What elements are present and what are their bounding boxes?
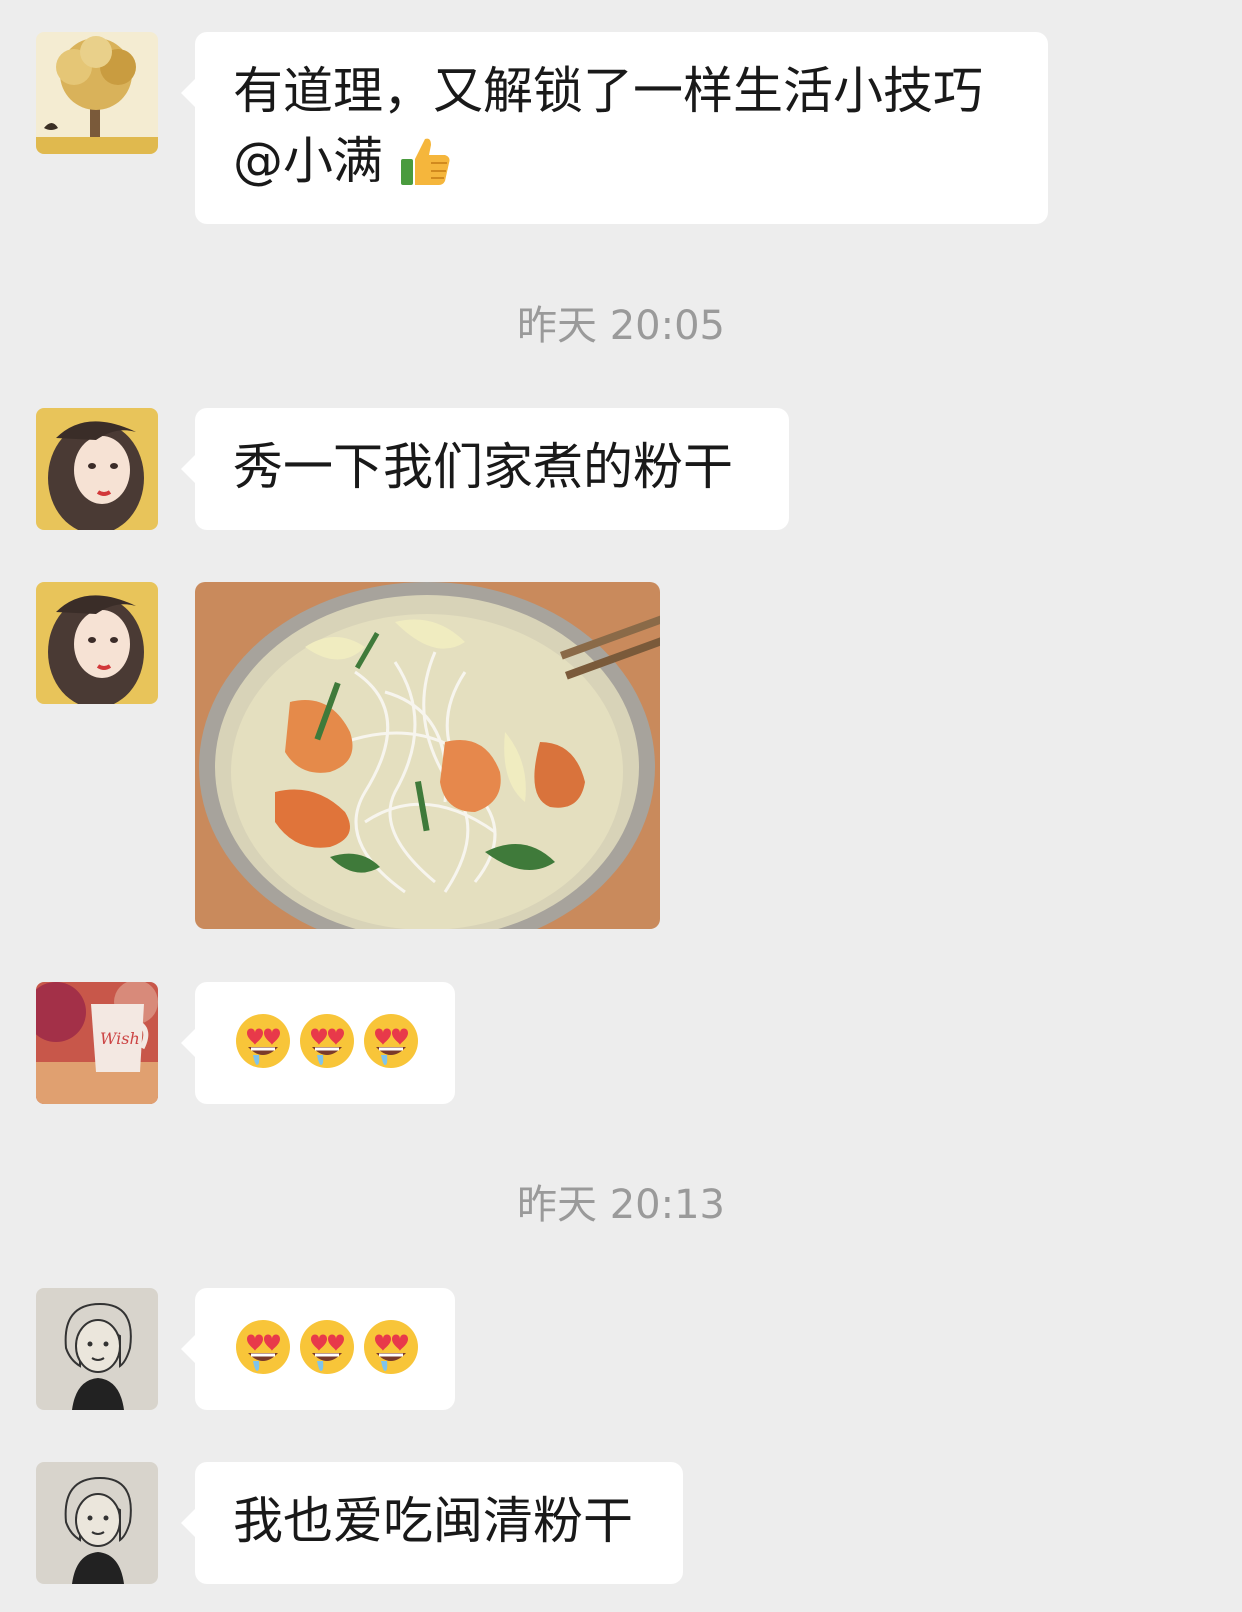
thumbs-up-icon xyxy=(397,133,453,189)
message-bubble[interactable]: 有道理，又解锁了一样生活小技巧 @小满 xyxy=(181,32,1048,224)
avatar-sketch-girl[interactable] xyxy=(36,1288,158,1410)
heart-eyes-drool-icon xyxy=(233,1317,293,1377)
message-bubble[interactable]: 秀一下我们家煮的粉干 xyxy=(181,408,789,530)
message-text: 有道理，又解锁了一样生活小技巧 xyxy=(233,62,983,120)
avatar-cup-photo[interactable]: Wish xyxy=(36,982,158,1104)
avatar-girl-illustration[interactable] xyxy=(36,408,158,530)
heart-eyes-drool-icon xyxy=(297,1317,357,1377)
heart-eyes-drool-icon xyxy=(361,1317,421,1377)
avatar-girl-illustration[interactable] xyxy=(36,582,158,704)
food-photo[interactable] xyxy=(195,582,660,929)
heart-eyes-drool-icon xyxy=(297,1011,357,1071)
message-bubble[interactable] xyxy=(181,982,455,1104)
message-text: 我也爱吃闽清粉干 xyxy=(233,1492,633,1550)
heart-eyes-drool-icon xyxy=(361,1011,421,1071)
avatar-sketch-girl[interactable] xyxy=(36,1462,158,1584)
message-bubble[interactable] xyxy=(181,1288,455,1410)
timestamp: 昨天 20:05 xyxy=(517,303,725,349)
mention-text: @小满 xyxy=(233,132,383,190)
message-text: 秀一下我们家煮的粉干 xyxy=(233,438,733,496)
avatar-tree[interactable] xyxy=(36,32,158,154)
heart-eyes-drool-icon xyxy=(233,1011,293,1071)
message-bubble[interactable]: 我也爱吃闽清粉干 xyxy=(181,1462,683,1584)
svg-text:Wish: Wish xyxy=(100,1029,140,1048)
timestamp: 昨天 20:13 xyxy=(517,1182,725,1228)
